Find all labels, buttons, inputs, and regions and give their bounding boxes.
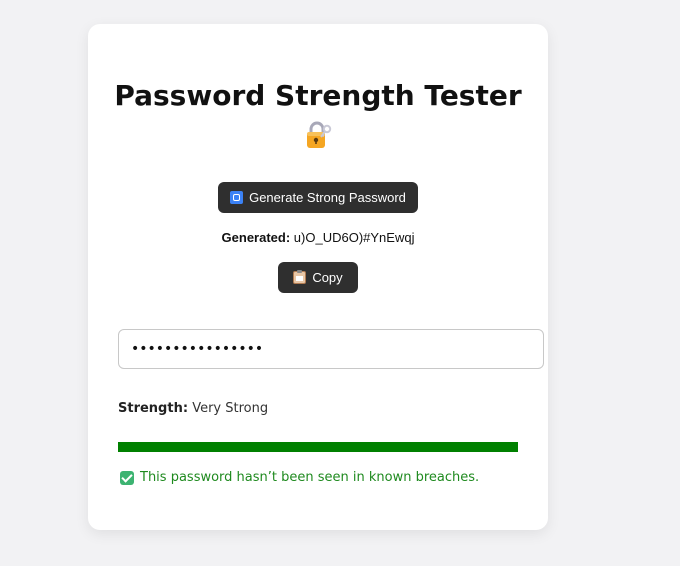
generated-password-value: u)O_UD6O)#YnEwqj bbox=[293, 230, 415, 245]
strength-value: Very Strong bbox=[192, 401, 269, 416]
generated-label: Generated: bbox=[221, 230, 291, 245]
copy-button[interactable]: Copy bbox=[278, 262, 358, 293]
strength-meter-fill bbox=[118, 442, 518, 452]
repeat-icon bbox=[230, 191, 244, 204]
password-input[interactable] bbox=[118, 329, 544, 369]
strength-meter bbox=[118, 442, 518, 452]
strength-readout: Strength: Very Strong bbox=[118, 401, 268, 416]
clipboard-icon bbox=[293, 270, 307, 284]
locked-with-key-icon bbox=[307, 121, 332, 148]
breach-status: This password hasn’t been seen in known … bbox=[120, 470, 479, 485]
generate-password-button[interactable]: Generate Strong Password bbox=[218, 182, 418, 213]
generated-password-line: Generated: u)O_UD6O)#YnEwqj bbox=[88, 230, 548, 245]
copy-label: Copy bbox=[312, 270, 343, 285]
strength-label: Strength: bbox=[118, 401, 189, 416]
password-tester-card: Password Strength Tester Generate Strong… bbox=[88, 24, 548, 530]
check-mark-icon bbox=[120, 470, 134, 485]
breach-message: This password hasn’t been seen in known … bbox=[140, 470, 480, 485]
page-title: Password Strength Tester bbox=[114, 79, 522, 112]
generate-password-label: Generate Strong Password bbox=[249, 190, 406, 205]
